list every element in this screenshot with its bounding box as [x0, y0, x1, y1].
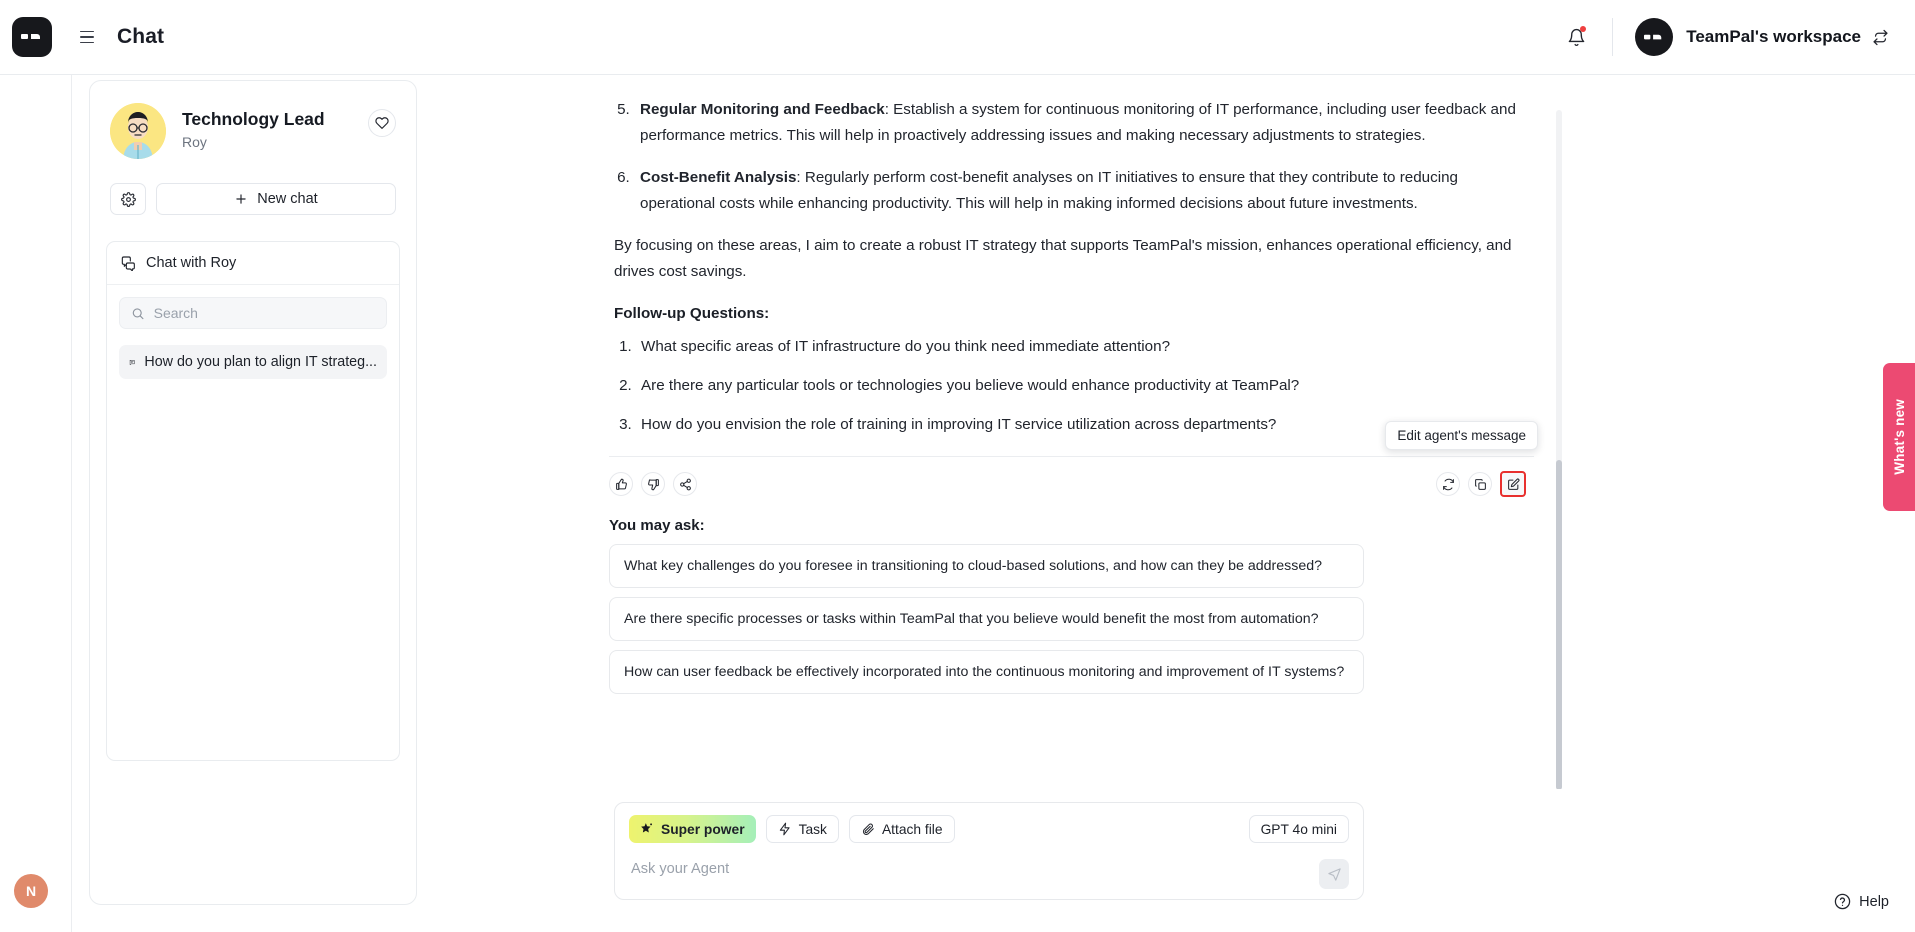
help-button[interactable]: Help [1834, 893, 1889, 910]
suggestion-item[interactable]: Are there specific processes or tasks wi… [609, 597, 1364, 641]
list-item: Cost-Benefit Analysis: Regularly perform… [634, 165, 1534, 217]
suggestion-item[interactable]: How can user feedback be effectively inc… [609, 650, 1364, 694]
user-avatar[interactable]: N [14, 874, 48, 908]
divider [1612, 18, 1614, 56]
list-item-bold: Cost-Benefit Analysis [640, 169, 797, 186]
suggestion-item[interactable]: What key challenges do you foresee in tr… [609, 544, 1364, 588]
gear-icon[interactable] [110, 183, 146, 215]
lightning-icon [779, 822, 790, 836]
list-item: Regular Monitoring and Feedback: Establi… [634, 97, 1534, 149]
agent-role: Roy [182, 134, 207, 150]
plus-icon [236, 194, 246, 204]
whats-new-tab[interactable]: What's new [1883, 363, 1915, 511]
followup-item: What specific areas of IT infrastructure… [636, 334, 1534, 360]
agent-name: Technology Lead [182, 109, 325, 129]
chat-bubble-icon [129, 359, 135, 365]
chat-bubbles-icon [121, 256, 135, 271]
new-chat-label: New chat [257, 191, 318, 207]
followup-heading: Follow-up Questions: [614, 305, 770, 322]
workspace-avatar[interactable] [1635, 18, 1674, 56]
closing-paragraph: By focusing on these areas, I aim to cre… [614, 237, 1512, 280]
search-input[interactable] [153, 305, 375, 321]
main-content: Regular Monitoring and Feedback: Establi… [434, 75, 1915, 932]
heart-icon[interactable] [368, 109, 396, 137]
composer-input[interactable] [629, 859, 1319, 889]
numbered-list: Regular Monitoring and Feedback: Establi… [634, 97, 1534, 217]
list-item-bold: Regular Monitoring and Feedback [640, 101, 885, 118]
switch-workspace-icon[interactable] [1872, 29, 1889, 46]
message-scrollbar-track[interactable] [1556, 110, 1562, 789]
regenerate-icon[interactable] [1436, 472, 1460, 496]
model-label: GPT 4o mini [1260, 821, 1337, 837]
attach-file-label: Attach file [881, 821, 943, 837]
agent-message: Regular Monitoring and Feedback: Establi… [434, 75, 1564, 438]
teampal-logo-icon[interactable] [12, 17, 52, 57]
paperclip-icon [862, 823, 874, 835]
message-composer: Super power Task Attach file GPT 4o mini [614, 802, 1364, 900]
bell-icon[interactable] [1558, 19, 1594, 55]
suggestions-title: You may ask: [609, 517, 705, 534]
top-bar: Chat TeamPal's workspace [0, 0, 1915, 75]
sidebar-actions: New chat [90, 159, 416, 215]
search-icon [132, 307, 144, 319]
task-label: Task [798, 821, 827, 837]
question-circle-icon [1834, 893, 1851, 910]
message-scrollbar-thumb[interactable] [1556, 460, 1562, 789]
workspace-name: TeamPal's workspace [1686, 27, 1861, 46]
edit-icon[interactable] [1500, 471, 1526, 497]
share-icon[interactable] [673, 472, 697, 496]
whats-new-label: What's new [1891, 399, 1907, 475]
hamburger-menu-icon[interactable] [73, 23, 101, 51]
help-label: Help [1859, 893, 1889, 910]
composer-toolbar: Super power Task Attach file GPT 4o mini [629, 815, 1349, 843]
search-wrapper [107, 285, 399, 329]
top-bar-right: TeamPal's workspace [1558, 0, 1915, 74]
thumbs-down-icon[interactable] [641, 472, 665, 496]
message-scroll-pane: Regular Monitoring and Feedback: Establi… [434, 75, 1564, 789]
message-actions-right: Edit agent's message [1385, 421, 1538, 497]
edit-tooltip: Edit agent's message [1385, 421, 1538, 450]
copy-icon[interactable] [1468, 472, 1492, 496]
page-title: Chat [117, 25, 165, 48]
super-power-label: Super power [661, 821, 745, 837]
super-power-button[interactable]: Super power [629, 815, 756, 843]
message-actions: Edit agent's message [609, 421, 1538, 497]
attach-file-button[interactable]: Attach file [848, 815, 955, 843]
agent-header: Technology Lead Roy [90, 81, 416, 159]
composer-input-row [629, 859, 1349, 889]
agent-avatar [110, 103, 166, 159]
star-icon [641, 823, 653, 833]
send-button[interactable] [1319, 859, 1349, 889]
model-selector[interactable]: GPT 4o mini [1248, 815, 1349, 843]
chat-list-panel: Chat with Roy How do you plan to align I… [106, 241, 400, 761]
followup-item: Are there any particular tools or techno… [636, 373, 1534, 399]
search-box[interactable] [119, 297, 387, 329]
agent-meta: Technology Lead Roy [182, 103, 368, 150]
left-rail: N [0, 75, 72, 932]
chat-list-header: Chat with Roy [107, 242, 399, 285]
agent-sidebar: Technology Lead Roy New chat Chat with R… [89, 80, 417, 905]
chat-list-item[interactable]: How do you plan to align IT strateg... [119, 345, 387, 379]
chat-list-item-label: How do you plan to align IT strateg... [144, 354, 377, 370]
suggestions-list: What key challenges do you foresee in tr… [609, 544, 1534, 694]
send-icon [1327, 867, 1341, 881]
chat-list-header-label: Chat with Roy [146, 255, 237, 271]
thumbs-up-icon[interactable] [609, 472, 633, 496]
task-button[interactable]: Task [765, 815, 839, 843]
new-chat-button[interactable]: New chat [156, 183, 396, 215]
